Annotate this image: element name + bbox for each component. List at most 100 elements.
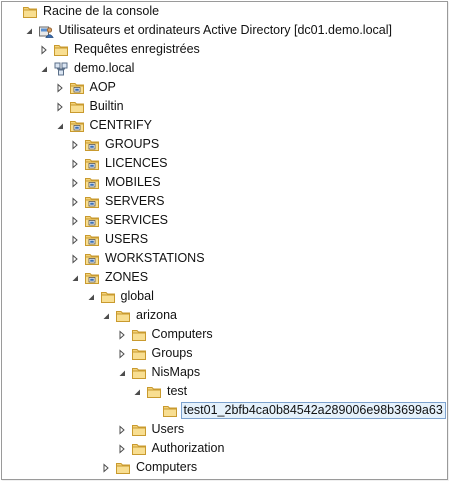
expand-arrow-icon[interactable] [117,444,127,454]
tree-node-services[interactable]: SERVICES [2,211,447,230]
ou-icon [85,140,99,151]
ou-icon [85,216,99,227]
ou-icon [85,159,99,170]
expand-arrow-icon[interactable] [55,83,65,93]
tree-node-label[interactable]: test [165,383,189,400]
console-tree[interactable]: Racine de la console Utilisateurs et ordi… [2,2,447,479]
tree-node-label[interactable]: CENTRIFY [88,117,155,134]
collapse-arrow-icon[interactable] [24,26,34,36]
tree-node-label[interactable]: ZONES [103,269,150,286]
folder-icon [100,292,115,303]
tree-node-label[interactable]: USERS [103,231,150,248]
ou-icon [85,178,99,189]
expand-arrow-icon[interactable] [117,330,127,340]
ou-icon [85,235,99,246]
tree-node-label[interactable]: test01_2bfb4ca0b84542a289006e98b3699a63 [180,402,446,419]
collapse-arrow-icon[interactable] [55,121,65,131]
tree-node-global[interactable]: global [2,287,447,306]
domain-icon [54,62,68,76]
folder-icon [147,387,161,398]
console-root-icon [23,7,37,18]
tree-node-root[interactable]: Racine de la console [2,2,447,21]
folder-icon [131,349,146,360]
tree-node-label[interactable]: Utilisateurs et ordinateurs Active Direc… [57,22,394,39]
expand-arrow-icon[interactable] [101,463,111,473]
tree-node-groups[interactable]: GROUPS [2,135,447,154]
tree-node-users-az[interactable]: Users [2,420,447,439]
collapse-arrow-icon[interactable] [39,64,49,74]
tree-node-builtin[interactable]: Builtin [2,97,447,116]
tree-node-label[interactable]: Authorization [150,440,227,457]
aduc-icon [38,26,54,38]
expand-arrow-icon[interactable] [70,159,80,169]
tree-node-licences[interactable]: LICENCES [2,154,447,173]
ou-icon [69,121,84,132]
collapse-arrow-icon[interactable] [86,292,96,302]
folder-icon [131,425,146,436]
tree-node-label[interactable]: WORKSTATIONS [103,250,207,267]
tree-node-workstations[interactable]: WORKSTATIONS [2,249,447,268]
tree-node-centrify[interactable]: CENTRIFY [2,116,447,135]
expand-arrow-icon[interactable] [117,425,127,435]
collapse-arrow-icon[interactable] [117,368,127,378]
folder-icon [162,406,177,417]
tree-node-aop[interactable]: AOP [2,78,447,97]
expand-arrow-icon[interactable] [70,235,80,245]
tree-node-label[interactable]: Computers [150,326,215,343]
tree-node-label[interactable]: NisMaps [150,364,203,381]
tree-node-users-ou[interactable]: USERS [2,230,447,249]
folder-icon [116,463,130,474]
tree-node-label[interactable]: Groups [150,345,195,362]
tree-node-label[interactable]: arizona [134,307,179,324]
tree-node-label[interactable]: Computers [134,459,199,476]
folder-icon [54,45,68,56]
tree-node-label[interactable]: SERVICES [103,212,170,229]
tree-node-arizona[interactable]: arizona [2,306,447,325]
folder-icon [69,102,84,113]
folder-icon [131,444,146,455]
collapse-arrow-icon[interactable] [132,387,142,397]
tree-node-label[interactable]: Racine de la console [41,3,161,20]
expand-arrow-icon[interactable] [70,197,80,207]
tree-node-authorization[interactable]: Authorization [2,439,447,458]
tree-node-label[interactable]: LICENCES [103,155,170,172]
tree-node-groups-az[interactable]: Groups [2,344,447,363]
tree-node-test[interactable]: test [2,382,447,401]
tree-node-label[interactable]: Builtin [88,98,126,115]
console-tree-window: Racine de la console Utilisateurs et ordi… [1,1,448,480]
tree-node-label[interactable]: demo.local [72,60,136,77]
folder-icon [116,311,130,322]
tree-node-servers[interactable]: SERVERS [2,192,447,211]
tree-node-nismaps[interactable]: NisMaps [2,363,447,382]
ou-icon [85,254,99,265]
collapse-arrow-icon[interactable] [101,311,111,321]
ou-icon [85,273,99,284]
tree-node-label[interactable]: Users [150,421,187,438]
ou-icon [85,197,99,208]
collapse-arrow-icon[interactable] [70,273,80,283]
tree-node-domain[interactable]: demo.local [2,59,447,78]
tree-node-label[interactable]: Requêtes enregistrées [72,41,202,58]
expand-arrow-icon[interactable] [70,254,80,264]
tree-node-zones[interactable]: ZONES [2,268,447,287]
tree-node-label[interactable]: GROUPS [103,136,161,153]
tree-node-saved-queries[interactable]: Requêtes enregistrées [2,40,447,59]
expand-arrow-icon[interactable] [70,140,80,150]
tree-node-mobiles[interactable]: MOBILES [2,173,447,192]
tree-node-label[interactable]: global [119,288,156,305]
folder-icon [131,368,146,379]
tree-node-computers-global[interactable]: Computers [2,458,447,477]
tree-node-label[interactable]: MOBILES [103,174,163,191]
expand-arrow-icon[interactable] [55,102,65,112]
expand-arrow-icon[interactable] [70,178,80,188]
expand-arrow-icon[interactable] [70,216,80,226]
tree-node-label[interactable]: SERVERS [103,193,167,210]
ou-icon [69,83,84,94]
folder-icon [131,330,146,341]
expand-arrow-icon[interactable] [117,349,127,359]
tree-node-label[interactable]: AOP [88,79,118,96]
expand-arrow-icon[interactable] [39,45,49,55]
tree-node-computers-az[interactable]: Computers [2,325,447,344]
tree-node-aduc[interactable]: Utilisateurs et ordinateurs Active Direc… [2,21,447,40]
tree-node-test01[interactable]: test01_2bfb4ca0b84542a289006e98b3699a63 [2,401,447,420]
